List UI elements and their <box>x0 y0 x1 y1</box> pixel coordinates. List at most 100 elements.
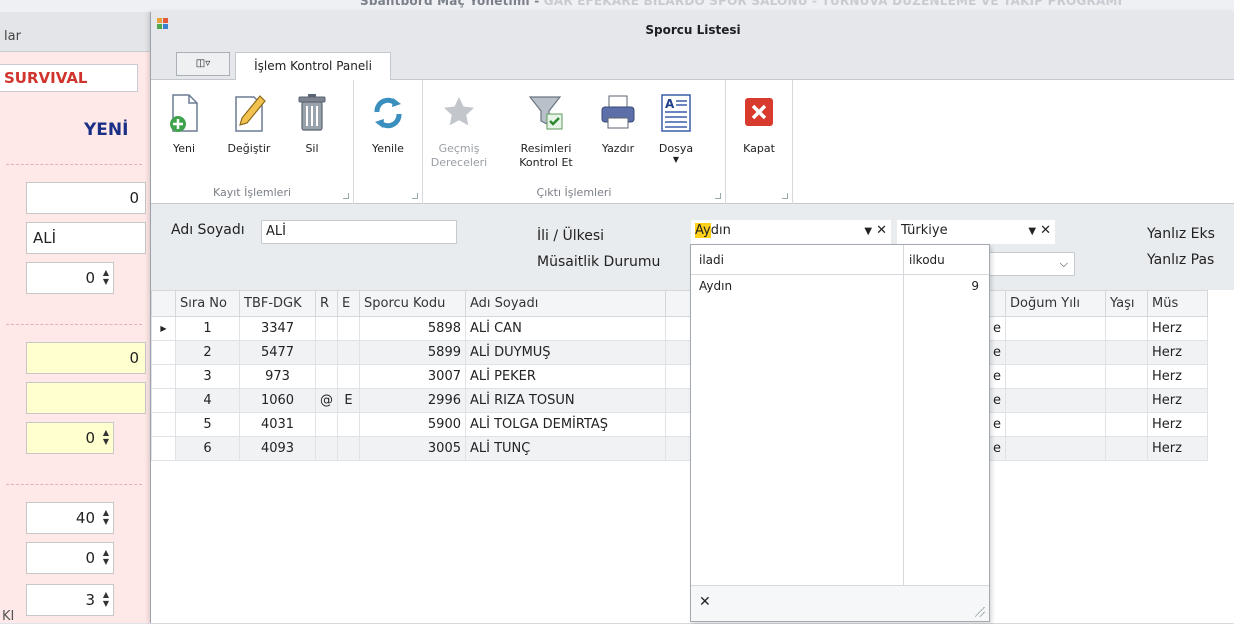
cell-musait[interactable]: Herz <box>1147 388 1208 413</box>
cell-yasi[interactable] <box>1105 364 1148 389</box>
cell-adi-soyadi[interactable]: ALİ DUYMUŞ <box>465 340 666 365</box>
cell-tbf-dgk[interactable]: 5477 <box>239 340 316 365</box>
yellow-field-1[interactable]: 0 <box>26 342 146 374</box>
option-yanliz-eks[interactable]: Yanlız Eks <box>1147 226 1215 242</box>
degistir-button[interactable]: Değiştir <box>217 80 281 180</box>
table-row[interactable]: 2 5477 5899 ALİ DUYMUŞ e Herz <box>151 340 1208 365</box>
cell-musait[interactable]: Herz <box>1147 364 1208 389</box>
close-icon[interactable]: ✕ <box>699 594 711 610</box>
cell-r[interactable] <box>315 436 338 461</box>
spin-field-2[interactable]: 0 ▲ ▼ <box>26 422 114 454</box>
yeni-button[interactable]: Yeni <box>157 80 211 180</box>
cell-e[interactable] <box>337 340 360 365</box>
cell-adi-soyadi[interactable]: ALİ TUNÇ <box>465 436 666 461</box>
cell-e[interactable] <box>337 436 360 461</box>
header-r[interactable]: R <box>315 290 338 317</box>
cell-sira-no[interactable]: 4 <box>175 388 240 413</box>
header-e[interactable]: E <box>337 290 360 317</box>
cell-sporcu-kodu[interactable]: 5898 <box>359 316 466 341</box>
tab-islem-kontrol-paneli[interactable]: İşlem Kontrol Paneli <box>235 52 391 80</box>
cell-yasi[interactable] <box>1105 388 1148 413</box>
cell-dogum-yili[interactable] <box>1005 388 1106 413</box>
table-row[interactable]: 3 973 3007 ALİ PEKER e Herz <box>151 364 1208 389</box>
header-dogum-yili[interactable]: Doğum Yılı <box>1005 290 1106 317</box>
cell-r[interactable] <box>315 316 338 341</box>
cell-dogum-yili[interactable] <box>1005 412 1106 437</box>
cell-sira-no[interactable]: 2 <box>175 340 240 365</box>
resimleri-kontrol-et-button[interactable]: Resimleri Kontrol Et <box>511 80 581 180</box>
kapat-button[interactable]: Kapat <box>732 80 786 180</box>
cell-e[interactable] <box>337 316 360 341</box>
chevron-down-icon[interactable]: ▼ <box>864 226 872 237</box>
spin-field-1[interactable]: 0 ▲ ▼ <box>26 262 114 294</box>
cell-yasi[interactable] <box>1105 412 1148 437</box>
cell-e[interactable] <box>337 412 360 437</box>
city-combo[interactable]: Aydın ▼ ✕ <box>691 220 891 244</box>
cell-sporcu-kodu[interactable]: 3007 <box>359 364 466 389</box>
spin-arrows-icon[interactable]: ▲ ▼ <box>101 428 109 446</box>
dosya-button[interactable]: A Dosya ▼ <box>649 80 703 180</box>
group-launcher-icon[interactable] <box>782 193 788 199</box>
cell-musait[interactable]: Herz <box>1147 436 1208 461</box>
cell-r[interactable] <box>315 412 338 437</box>
cell-adi-soyadi[interactable]: ALİ CAN <box>465 316 666 341</box>
spin-field-3[interactable]: 40 ▲ ▼ <box>26 502 114 534</box>
header-sporcu-kodu[interactable]: Sporcu Kodu <box>359 290 466 317</box>
cell-sporcu-kodu[interactable]: 2996 <box>359 388 466 413</box>
cell-musait[interactable]: Herz <box>1147 316 1208 341</box>
cell-sporcu-kodu[interactable]: 3005 <box>359 436 466 461</box>
cell-sporcu-kodu[interactable]: 5900 <box>359 412 466 437</box>
spin-arrows-icon[interactable]: ▲ ▼ <box>101 508 109 526</box>
option-yanliz-pas[interactable]: Yanlız Pas <box>1147 252 1214 268</box>
chevron-down-icon[interactable]: ⌵ <box>1060 253 1068 275</box>
table-row[interactable]: 6 4093 3005 ALİ TUNÇ e Herz <box>151 436 1208 461</box>
group-launcher-icon[interactable] <box>412 193 418 199</box>
quick-access-button[interactable]: ◫▿ <box>176 52 230 76</box>
name-field[interactable]: ALİ <box>26 222 146 254</box>
chevron-down-icon[interactable]: ▼ <box>1028 226 1036 237</box>
spin-arrows-icon[interactable]: ▲ ▼ <box>101 268 109 286</box>
cell-tbf-dgk[interactable]: 4093 <box>239 436 316 461</box>
spin-field-5[interactable]: 3 ▲ ▼ <box>26 584 114 616</box>
cell-yasi[interactable] <box>1105 340 1148 365</box>
name-filter-input[interactable]: ALİ <box>261 220 457 244</box>
cell-tbf-dgk[interactable]: 1060 <box>239 388 316 413</box>
table-row[interactable]: ▶ 1 3347 5898 ALİ CAN e Herz <box>151 316 1208 341</box>
cell-tbf-dgk[interactable]: 3347 <box>239 316 316 341</box>
cell-sira-no[interactable]: 1 <box>175 316 240 341</box>
availability-combo[interactable]: ⌵ <box>983 252 1075 276</box>
popup-col-iladi[interactable]: iladi <box>699 253 724 267</box>
cell-adi-soyadi[interactable]: ALİ RIZA TOSUN <box>465 388 666 413</box>
group-launcher-icon[interactable] <box>343 193 349 199</box>
cell-sira-no[interactable]: 6 <box>175 436 240 461</box>
tab-survival[interactable]: SURVIVAL <box>0 64 138 92</box>
cell-r[interactable] <box>315 340 338 365</box>
sil-button[interactable]: Sil <box>287 80 337 180</box>
cell-sira-no[interactable]: 3 <box>175 364 240 389</box>
table-row[interactable]: 4 1060 @ E 2996 ALİ RIZA TOSUN e Herz <box>151 388 1208 413</box>
popup-row-aydin[interactable]: Aydın 9 <box>691 277 989 297</box>
header-adi-soyadi[interactable]: Adı Soyadı <box>465 290 666 317</box>
cell-tbf-dgk[interactable]: 973 <box>239 364 316 389</box>
gecmis-dereceleri-button[interactable]: Geçmiş Dereceleri <box>429 80 489 180</box>
table-row[interactable]: 5 4031 5900 ALİ TOLGA DEMİRTAŞ e Herz <box>151 412 1208 437</box>
number-field[interactable]: 0 <box>26 182 146 214</box>
header-yasi[interactable]: Yaşı <box>1105 290 1148 317</box>
cell-e[interactable]: E <box>337 388 360 413</box>
cell-dogum-yili[interactable] <box>1005 364 1106 389</box>
cell-r[interactable]: @ <box>315 388 338 413</box>
cell-adi-soyadi[interactable]: ALİ TOLGA DEMİRTAŞ <box>465 412 666 437</box>
clear-icon[interactable]: ✕ <box>1040 223 1051 238</box>
cell-sira-no[interactable]: 5 <box>175 412 240 437</box>
clear-icon[interactable]: ✕ <box>876 223 887 238</box>
cell-e[interactable] <box>337 364 360 389</box>
spin-arrows-icon[interactable]: ▲ ▼ <box>101 548 109 566</box>
cell-yasi[interactable] <box>1105 436 1148 461</box>
cell-musait[interactable]: Herz <box>1147 340 1208 365</box>
cell-musait[interactable]: Herz <box>1147 412 1208 437</box>
cell-tbf-dgk[interactable]: 4031 <box>239 412 316 437</box>
cell-sporcu-kodu[interactable]: 5899 <box>359 340 466 365</box>
resize-grip-icon[interactable] <box>975 607 985 617</box>
header-musait[interactable]: Müs <box>1147 290 1208 317</box>
yellow-field-2[interactable] <box>26 382 146 414</box>
